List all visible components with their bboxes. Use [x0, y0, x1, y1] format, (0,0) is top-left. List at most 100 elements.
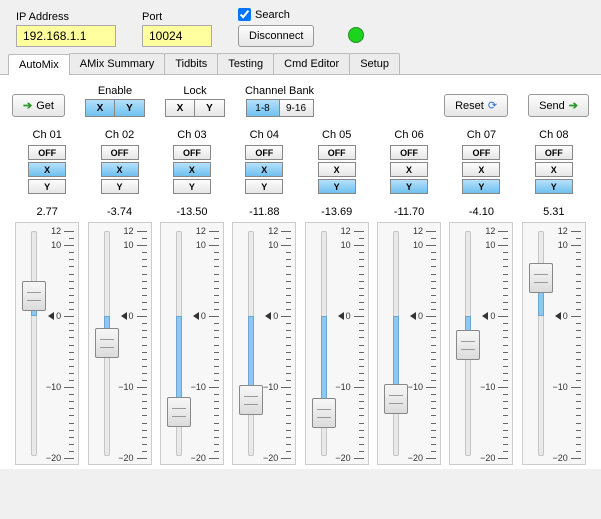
- channel-y-button[interactable]: Y: [462, 179, 500, 194]
- channel-value: -11.88: [249, 206, 279, 218]
- channel-off-button[interactable]: OFF: [101, 145, 139, 160]
- enable-y[interactable]: Y: [115, 99, 145, 117]
- tick-label: −20: [408, 453, 423, 463]
- lock-y[interactable]: Y: [195, 99, 225, 117]
- tick-label: 12: [268, 226, 278, 236]
- tick-label: −20: [480, 453, 495, 463]
- channel-x-button[interactable]: X: [28, 162, 66, 177]
- tick-label: −20: [553, 453, 568, 463]
- channel-y-button[interactable]: Y: [28, 179, 66, 194]
- tick-label: 10: [268, 240, 278, 250]
- tick-label: 0: [56, 311, 61, 321]
- channel-y-button[interactable]: Y: [390, 179, 428, 194]
- channel-off-button[interactable]: OFF: [462, 145, 500, 160]
- enable-x[interactable]: X: [85, 99, 115, 117]
- channel-label: Ch 07: [467, 129, 496, 141]
- tick-label: −10: [480, 382, 495, 392]
- tick-label: 12: [558, 226, 568, 236]
- channel-x-button[interactable]: X: [390, 162, 428, 177]
- channel-off-button[interactable]: OFF: [318, 145, 356, 160]
- ip-label: IP Address: [16, 11, 116, 23]
- disconnect-button[interactable]: Disconnect: [238, 25, 314, 47]
- enable-label: Enable: [98, 85, 132, 97]
- slider-thumb[interactable]: [239, 385, 263, 415]
- channel-label: Ch 05: [322, 129, 351, 141]
- channel-off-button[interactable]: OFF: [390, 145, 428, 160]
- tab-cmd-editor[interactable]: Cmd Editor: [273, 53, 350, 74]
- tick-label: −20: [335, 453, 350, 463]
- channel-slider[interactable]: 12100−10−20: [449, 222, 513, 465]
- tick-label: −10: [335, 382, 350, 392]
- bank-1-8[interactable]: 1-8: [246, 99, 280, 117]
- channel-slider[interactable]: 12100−10−20: [522, 222, 586, 465]
- search-label: Search: [255, 9, 290, 21]
- slider-thumb[interactable]: [95, 328, 119, 358]
- tab-tidbits[interactable]: Tidbits: [164, 53, 218, 74]
- slider-thumb[interactable]: [312, 398, 336, 428]
- channel-off-button[interactable]: OFF: [535, 145, 573, 160]
- slider-thumb[interactable]: [456, 330, 480, 360]
- channel-y-button[interactable]: Y: [101, 179, 139, 194]
- tab-testing[interactable]: Testing: [217, 53, 274, 74]
- channel-y-button[interactable]: Y: [318, 179, 356, 194]
- channel-y-button[interactable]: Y: [245, 179, 283, 194]
- channel-label: Ch 02: [105, 129, 134, 141]
- channel-x-button[interactable]: X: [173, 162, 211, 177]
- get-button[interactable]: ➔Get: [12, 94, 65, 117]
- tick-label: 12: [196, 226, 206, 236]
- channel-x-button[interactable]: X: [245, 162, 283, 177]
- tick-label: 0: [490, 311, 495, 321]
- channel-off-button[interactable]: OFF: [173, 145, 211, 160]
- tick-label: 12: [51, 226, 61, 236]
- tab-setup[interactable]: Setup: [349, 53, 400, 74]
- channel-slider[interactable]: 12100−10−20: [305, 222, 369, 465]
- channel-slider[interactable]: 12100−10−20: [232, 222, 296, 465]
- slider-thumb[interactable]: [384, 384, 408, 414]
- lock-label: Lock: [183, 85, 206, 97]
- arrow-right-icon: ➔: [23, 100, 32, 112]
- bank-9-16[interactable]: 9-16: [280, 99, 314, 117]
- tick-label: 10: [51, 240, 61, 250]
- channel-y-button[interactable]: Y: [535, 179, 573, 194]
- status-indicator: [348, 27, 364, 43]
- slider-thumb[interactable]: [22, 281, 46, 311]
- port-label: Port: [142, 11, 212, 23]
- channel-slider[interactable]: 12100−10−20: [88, 222, 152, 465]
- ip-input[interactable]: [16, 25, 116, 47]
- tick-label: −10: [118, 382, 133, 392]
- channel-x-button[interactable]: X: [535, 162, 573, 177]
- tick-label: 0: [346, 311, 351, 321]
- tick-label: 0: [129, 311, 134, 321]
- channel-off-button[interactable]: OFF: [245, 145, 283, 160]
- tick-label: 0: [201, 311, 206, 321]
- channel-slider[interactable]: 12100−10−20: [377, 222, 441, 465]
- tick-label: −20: [46, 453, 61, 463]
- channel-x-button[interactable]: X: [101, 162, 139, 177]
- channel-y-button[interactable]: Y: [173, 179, 211, 194]
- send-button[interactable]: Send➔: [528, 94, 589, 117]
- tick-label: 0: [273, 311, 278, 321]
- tick-label: 12: [124, 226, 134, 236]
- tick-label: −10: [553, 382, 568, 392]
- channel-x-button[interactable]: X: [462, 162, 500, 177]
- slider-thumb[interactable]: [529, 263, 553, 293]
- channel-slider[interactable]: 12100−10−20: [15, 222, 79, 465]
- slider-thumb[interactable]: [167, 397, 191, 427]
- port-input[interactable]: [142, 25, 212, 47]
- tick-label: 10: [341, 240, 351, 250]
- channel-value: 5.31: [543, 206, 564, 218]
- channel-label: Ch 03: [177, 129, 206, 141]
- tick-label: 10: [196, 240, 206, 250]
- channel-value: -13.69: [321, 206, 352, 218]
- tab-automix[interactable]: AutoMix: [8, 54, 70, 75]
- tick-label: −10: [408, 382, 423, 392]
- tick-label: −20: [263, 453, 278, 463]
- channel-x-button[interactable]: X: [318, 162, 356, 177]
- tick-label: −20: [118, 453, 133, 463]
- lock-x[interactable]: X: [165, 99, 195, 117]
- reset-button[interactable]: Reset⟳: [444, 94, 508, 117]
- channel-slider[interactable]: 12100−10−20: [160, 222, 224, 465]
- channel-off-button[interactable]: OFF: [28, 145, 66, 160]
- search-checkbox[interactable]: [238, 8, 251, 21]
- tab-amix-summary[interactable]: AMix Summary: [69, 53, 166, 74]
